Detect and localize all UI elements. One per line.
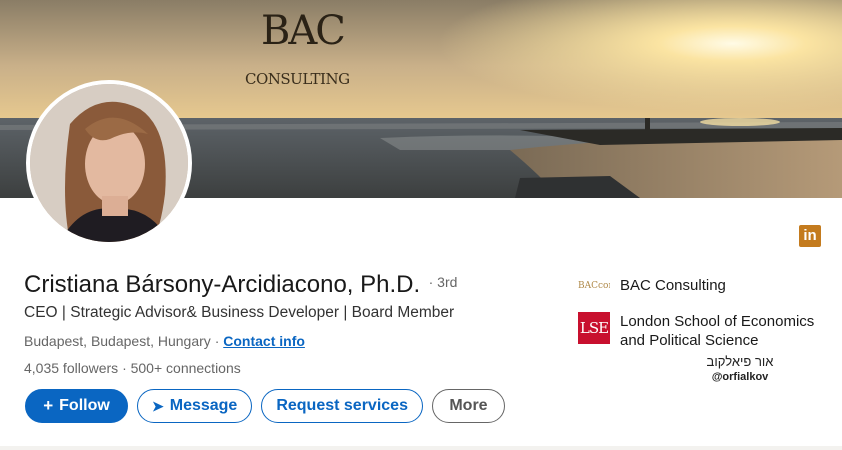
more-button[interactable]: More (431, 389, 505, 423)
card-bottom-divider (0, 446, 842, 450)
school-name: London School of Economics and Political… (620, 313, 815, 349)
profile-photo[interactable] (26, 80, 192, 246)
company-name: BAC Consulting (620, 277, 726, 294)
name-row: Cristiana Bársony-Arcidiacono, Ph.D. · 3… (24, 271, 457, 299)
bac-company-logo: BACconsult (578, 281, 610, 291)
profile-actions: + Follow ➤ Message Request services More (25, 389, 505, 423)
linkedin-icon[interactable]: in (799, 225, 821, 247)
watermark-line1: אור פיאלקוב (706, 354, 774, 369)
profile-headline: CEO | Strategic Advisor& Business Develo… (24, 304, 455, 321)
experience-education-summary: BACconsult BAC Consulting LSE London Sch… (578, 276, 828, 350)
watermark: אור פיאלקוב @orfialkov (700, 354, 780, 384)
plus-icon: + (43, 396, 54, 415)
message-button[interactable]: ➤ Message (137, 389, 253, 423)
bac-logo-wordmark: CONSULTING (245, 70, 350, 88)
bac-consulting-logo: BAC CONSULTING (243, 6, 350, 92)
location-row: Budapest, Budapest, Hungary · Contact in… (24, 333, 305, 349)
profile-name: Cristiana Bársony-Arcidiacono, Ph.D. (24, 271, 421, 298)
request-services-label: Request services (276, 397, 408, 414)
profile-location: Budapest, Budapest, Hungary (24, 333, 211, 349)
location-separator: · (214, 333, 220, 349)
current-company[interactable]: BACconsult BAC Consulting (578, 276, 828, 295)
profile-photo-image (30, 84, 188, 242)
watermark-line2: @orfialkov (711, 371, 769, 383)
connection-degree: · 3rd (428, 274, 458, 290)
profile-card: BAC CONSULTING in Cristiana Bársony-Arci… (0, 0, 842, 450)
follow-label: Follow (59, 397, 110, 414)
lse-logo: LSE (578, 312, 610, 344)
send-icon: ➤ (152, 397, 164, 414)
stats-row: 4,035 followers · 500+ connections (24, 360, 241, 376)
connections-count: · 500+ connections (122, 360, 241, 376)
education-school[interactable]: LSE London School of Economics and Polit… (578, 312, 828, 350)
message-label: Message (169, 397, 238, 414)
more-label: More (449, 397, 488, 414)
contact-info-link[interactable]: Contact info (223, 333, 305, 349)
followers-count: 4,035 followers (24, 360, 119, 376)
bac-logo-mark: BAC (261, 8, 346, 54)
follow-button[interactable]: + Follow (25, 389, 128, 423)
request-services-button[interactable]: Request services (261, 389, 423, 423)
